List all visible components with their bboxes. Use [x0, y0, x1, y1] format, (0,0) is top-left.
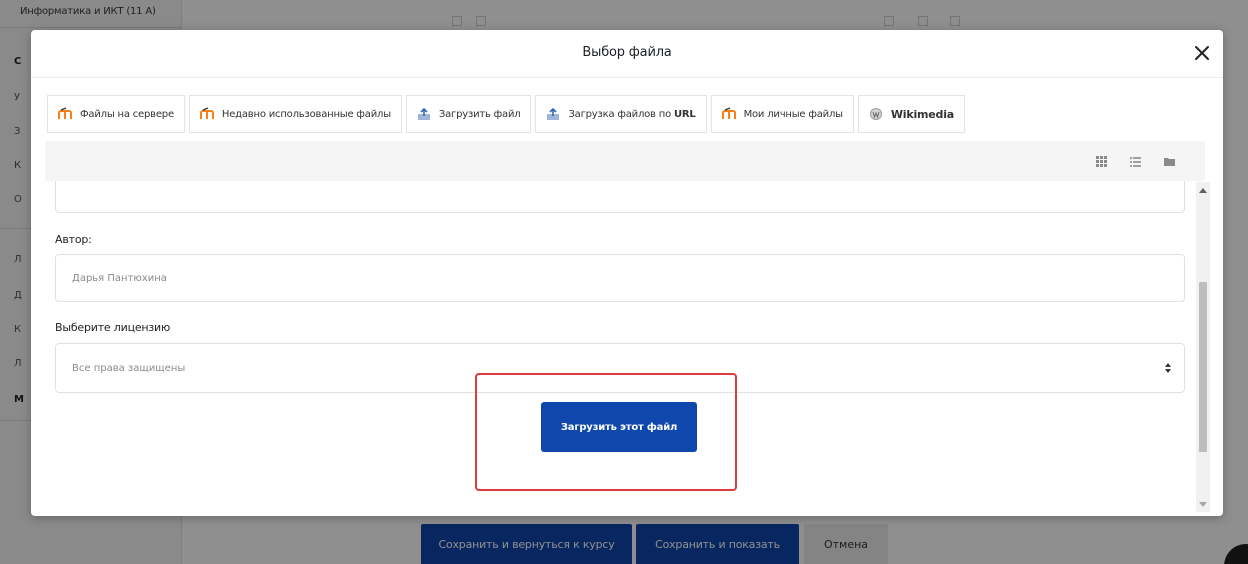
tab-url-download[interactable]: Загрузка файлов по URL: [535, 95, 707, 133]
tab-label: Недавно использованные файлы: [221, 108, 391, 120]
author-input[interactable]: Дарья Пантюхина: [55, 254, 1185, 302]
tab-wikimedia[interactable]: Wikimedia: [857, 95, 966, 133]
tab-label: Загрузить файл: [438, 108, 521, 120]
tab-server-files[interactable]: Файлы на сервере: [47, 95, 185, 133]
content-scrollbar[interactable]: [1196, 182, 1210, 512]
select-arrows-icon: [1165, 363, 1171, 373]
tab-private-files[interactable]: Мои личные файлы: [710, 95, 854, 133]
folder-view-button[interactable]: [1159, 151, 1179, 171]
file-picker-modal: Выбор файла Файлы на сервере Недавно исп…: [31, 30, 1223, 516]
tab-upload-file[interactable]: Загрузить файл: [405, 95, 532, 133]
moodle-icon: [199, 107, 214, 121]
upload-file-button[interactable]: Загрузить этот файл: [541, 402, 697, 452]
license-label: Выберите лицензию: [55, 321, 171, 334]
tab-label: Файлы на сервере: [80, 108, 174, 120]
close-icon: [1195, 46, 1209, 60]
moodle-icon: [721, 107, 736, 121]
modal-header: Выбор файла: [31, 30, 1223, 78]
scroll-thumb[interactable]: [1199, 282, 1207, 452]
scroll-up-icon[interactable]: [1199, 188, 1207, 193]
tab-label: Wikimedia: [890, 107, 955, 121]
tab-label: Мои личные файлы: [743, 108, 843, 120]
view-mode-bar: [45, 141, 1205, 181]
list-view-button[interactable]: [1125, 151, 1145, 171]
grid-view-icon: [1095, 155, 1107, 167]
scroll-down-icon[interactable]: [1199, 502, 1207, 507]
upload-icon: [546, 107, 560, 121]
repository-tabs: Файлы на сервере Недавно использованные …: [47, 95, 966, 133]
modal-title: Выбор файла: [582, 45, 672, 60]
folder-view-icon: [1163, 157, 1175, 166]
license-selected-value: Все права защищены: [72, 362, 186, 374]
author-label: Автор:: [55, 233, 92, 246]
moodle-icon: [58, 107, 72, 121]
list-view-icon: [1129, 156, 1141, 167]
license-select[interactable]: Все права защищены: [55, 343, 1185, 393]
grid-view-button[interactable]: [1091, 151, 1111, 171]
close-button[interactable]: [1187, 38, 1217, 68]
wikimedia-icon: [869, 107, 883, 121]
tab-label: Загрузка файлов по URL: [568, 108, 696, 120]
upload-icon: [417, 107, 431, 121]
previous-field-input[interactable]: [55, 181, 1185, 213]
tab-recent-files[interactable]: Недавно использованные файлы: [188, 95, 402, 133]
upload-form: Автор: Дарья Пантюхина Выберите лицензию…: [45, 181, 1209, 515]
